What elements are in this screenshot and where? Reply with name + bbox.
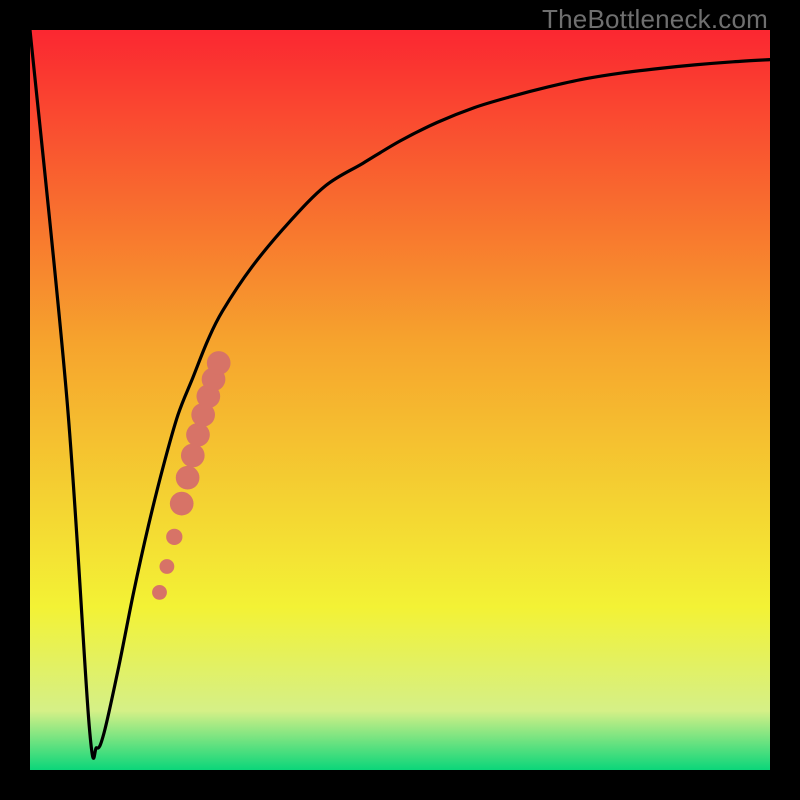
marker-dot xyxy=(152,585,167,600)
bottleneck-chart xyxy=(30,30,770,770)
marker-dot xyxy=(166,529,182,545)
marker-dot xyxy=(170,492,194,516)
marker-dot xyxy=(181,444,205,468)
marker-dot xyxy=(176,466,200,490)
marker-dot xyxy=(207,351,231,375)
marker-dot xyxy=(160,559,175,574)
marker-dot xyxy=(186,423,210,447)
chart-frame xyxy=(30,30,770,770)
